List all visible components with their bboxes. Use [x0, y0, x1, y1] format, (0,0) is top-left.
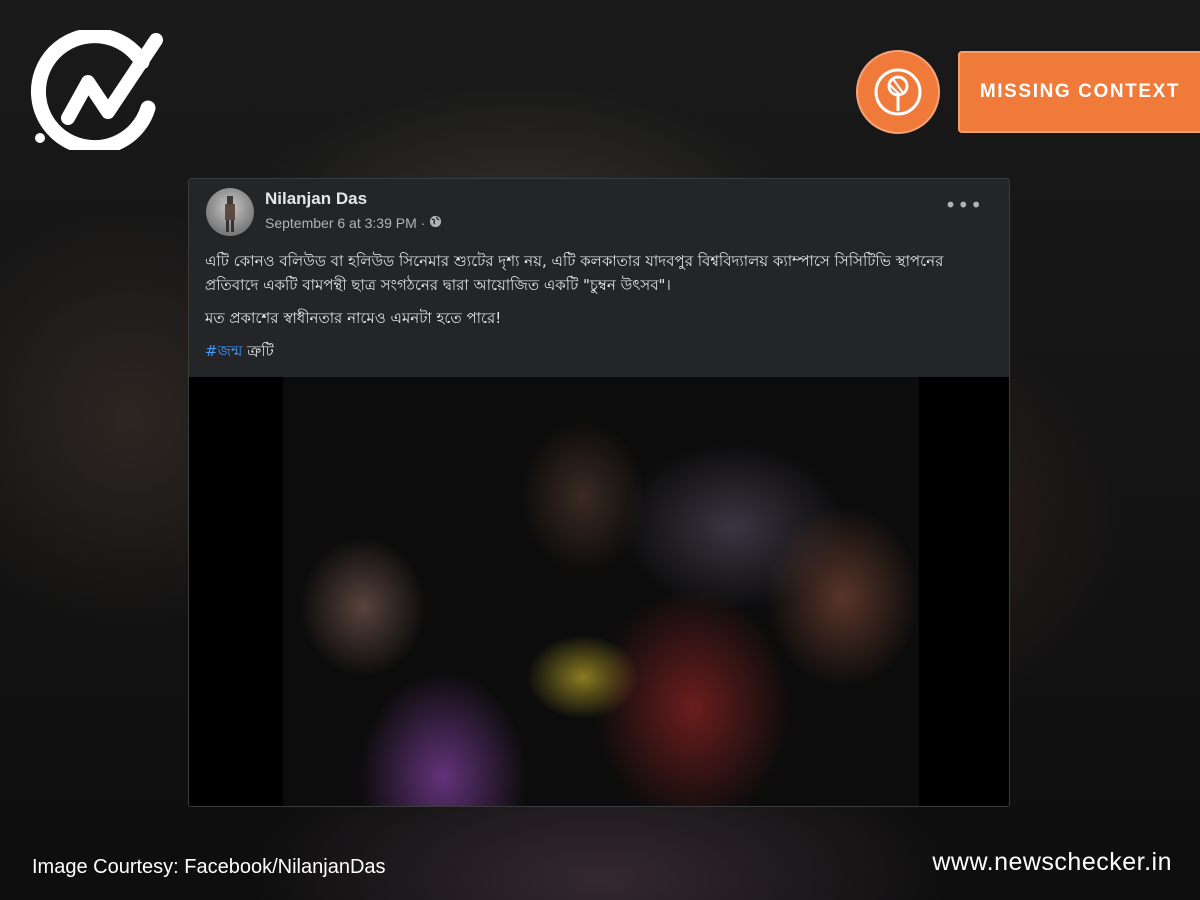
post-body: এটি কোনও বলিউড বা হলিউড সিনেমার শ্যুটের …: [205, 249, 995, 372]
post-author[interactable]: Nilanjan Das: [265, 189, 367, 209]
newschecker-logo: [30, 28, 170, 156]
verdict-badge: MISSING CONTEXT: [958, 51, 1200, 133]
post-text-line: এটি কোনও বলিউড বা হলিউড সিনেমার শ্যুটের …: [205, 252, 944, 294]
avatar[interactable]: [206, 188, 254, 236]
facebook-post-card: Nilanjan Das September 6 at 3:39 PM · ••…: [188, 178, 1010, 807]
site-url: www.newschecker.in: [932, 848, 1172, 876]
post-text-line: মত প্রকাশের স্বাধীনতার নামেও এমনটা হতে প…: [205, 309, 502, 327]
post-timestamp[interactable]: September 6 at 3:39 PM: [265, 215, 417, 231]
post-meta: September 6 at 3:39 PM ·: [265, 215, 442, 231]
video-frame: [283, 377, 919, 806]
more-options-icon[interactable]: •••: [945, 193, 983, 217]
image-credit: Image Courtesy: Facebook/NilanjanDas: [32, 856, 386, 878]
hashtag-suffix: ত্রুটি: [247, 342, 274, 360]
meta-separator: ·: [420, 215, 426, 231]
video-player[interactable]: [189, 377, 1009, 806]
hashtag-link[interactable]: #জন্ম: [205, 342, 242, 360]
post-hashtags: #জন্ম ত্রুটি: [205, 339, 995, 363]
magnifier-stamp-icon: [856, 50, 940, 134]
globe-icon: [429, 215, 442, 231]
